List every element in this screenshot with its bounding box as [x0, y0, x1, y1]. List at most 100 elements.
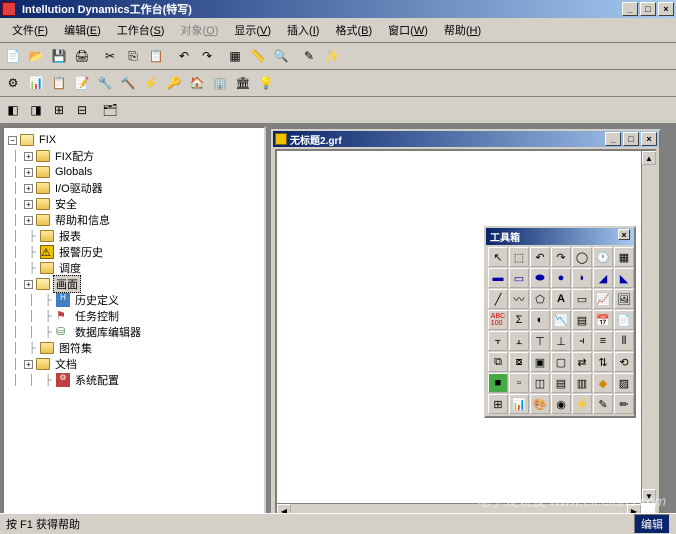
maximize-button[interactable]: □ [640, 2, 656, 16]
toolbox-titlebar[interactable]: 工具箱 × [486, 228, 634, 245]
redo-tool-icon[interactable]: ↷ [551, 247, 571, 267]
text-tool-icon[interactable]: A [551, 289, 571, 309]
toolbox-close-icon[interactable]: × [618, 229, 630, 240]
group2-tool-icon[interactable]: ⧇ [509, 352, 529, 372]
tree-item-历史定义[interactable]: ││├H历史定义 [8, 292, 260, 308]
tree-pane[interactable]: −FIX│+FIX配方│+Globals│+I/O驱动器│+安全│+帮助和信息│… [2, 126, 266, 530]
tree-item-任务控制[interactable]: ││├⚑任务控制 [8, 308, 260, 324]
align1-tool-icon[interactable]: ⫟ [488, 331, 508, 351]
image-tool-icon[interactable]: 🖼 [614, 289, 634, 309]
color2-tool-icon[interactable]: ▫ [509, 373, 529, 393]
copy-icon[interactable]: ⎘ [122, 45, 144, 67]
child-maximize-button[interactable]: □ [623, 132, 639, 146]
chart-tool-icon[interactable]: 📈 [593, 289, 613, 309]
child-close-button[interactable]: × [641, 132, 657, 146]
menu-工作台[interactable]: 工作台(S) [109, 20, 173, 40]
clock-tool-icon[interactable]: 🕐 [593, 247, 613, 267]
misc2-tool-icon[interactable]: 📊 [509, 394, 529, 414]
line-tool-icon[interactable]: ╱ [488, 289, 508, 309]
zoom-icon[interactable]: 🔍 [270, 45, 292, 67]
menu-对象[interactable]: 对象(O) [172, 20, 226, 40]
view3-icon[interactable]: ⊞ [48, 99, 70, 121]
back-tool-icon[interactable]: ▢ [551, 352, 571, 372]
select-tool-icon[interactable]: ⬚ [509, 247, 529, 267]
view4-icon[interactable]: ⊟ [71, 99, 93, 121]
vertical-scrollbar[interactable]: ▲ ▼ [641, 151, 657, 503]
ellipse-tool-icon[interactable]: ⬬ [530, 268, 550, 288]
flip1-tool-icon[interactable]: ⇄ [572, 352, 592, 372]
sigma-tool-icon[interactable]: Σ [509, 310, 529, 330]
misc4-tool-icon[interactable]: ◉ [551, 394, 571, 414]
tree-item-调度[interactable]: │├调度 [8, 260, 260, 276]
table-tool-icon[interactable]: ▤ [572, 310, 592, 330]
view5-icon[interactable]: 🗂 [99, 99, 121, 121]
print-icon[interactable]: 🖨 [71, 45, 93, 67]
wand-icon[interactable]: ✨ [321, 45, 343, 67]
tool-k-icon[interactable]: 🏛 [232, 72, 254, 94]
tree-item-画面[interactable]: │+画面 [8, 276, 260, 292]
align3-tool-icon[interactable]: ⊤ [530, 331, 550, 351]
open-icon[interactable]: 📂 [25, 45, 47, 67]
color6-tool-icon[interactable]: ◆ [593, 373, 613, 393]
gauge-tool-icon[interactable]: ◐ [530, 310, 550, 330]
sheet-tool-icon[interactable]: 📄 [614, 310, 634, 330]
flip2-tool-icon[interactable]: ⇅ [593, 352, 613, 372]
dist3-tool-icon[interactable]: ⦀ [614, 331, 634, 351]
menu-帮助[interactable]: 帮助(H) [436, 20, 489, 40]
tree-item-Globals[interactable]: │+Globals [8, 164, 260, 180]
dist2-tool-icon[interactable]: ≡ [593, 331, 613, 351]
tree-item-文档[interactable]: │+文档 [8, 356, 260, 372]
menu-文件[interactable]: 文件(F) [4, 20, 56, 40]
tool-g-icon[interactable]: ⚡ [140, 72, 162, 94]
save-icon[interactable]: 💾 [48, 45, 70, 67]
child-minimize-button[interactable]: _ [605, 132, 621, 146]
tree-item-I/O驱动器[interactable]: │+I/O驱动器 [8, 180, 260, 196]
color3-tool-icon[interactable]: ◫ [530, 373, 550, 393]
polyline-tool-icon[interactable]: 〰 [509, 289, 529, 309]
view2-icon[interactable]: ◨ [25, 99, 47, 121]
tree-item-图符集[interactable]: │├图符集 [8, 340, 260, 356]
align2-tool-icon[interactable]: ⫠ [509, 331, 529, 351]
tree-item-报表[interactable]: │├报表 [8, 228, 260, 244]
trend-tool-icon[interactable]: 📉 [551, 310, 571, 330]
roundrect-tool-icon[interactable]: ▭ [509, 268, 529, 288]
close-button[interactable]: × [658, 2, 674, 16]
color5-tool-icon[interactable]: ▥ [572, 373, 592, 393]
tool-h-icon[interactable]: 🔑 [163, 72, 185, 94]
view1-icon[interactable]: ◧ [2, 99, 24, 121]
menu-格式[interactable]: 格式(B) [327, 20, 380, 40]
tree-item-FIX配方[interactable]: │+FIX配方 [8, 148, 260, 164]
minimize-button[interactable]: _ [622, 2, 638, 16]
ruler-icon[interactable]: 📏 [247, 45, 269, 67]
align4-tool-icon[interactable]: ⊥ [551, 331, 571, 351]
tool-e-icon[interactable]: 🔧 [94, 72, 116, 94]
grid-tool-icon[interactable]: ▦ [614, 247, 634, 267]
tool-c-icon[interactable]: 📋 [48, 72, 70, 94]
tree-root[interactable]: −FIX [8, 132, 260, 148]
arc-tool-icon[interactable]: ◗ [572, 268, 592, 288]
pencil-icon[interactable]: ✎ [298, 45, 320, 67]
undo-tool-icon[interactable]: ↶ [530, 247, 550, 267]
paste-icon[interactable]: 📋 [145, 45, 167, 67]
tree-item-数据库编辑器[interactable]: ││├⛁数据库编辑器 [8, 324, 260, 340]
redo-icon[interactable]: ↷ [196, 45, 218, 67]
color1-tool-icon[interactable]: ■ [488, 373, 508, 393]
tool-d-icon[interactable]: 📝 [71, 72, 93, 94]
rect-tool-icon[interactable]: ▬ [488, 268, 508, 288]
tool-b-icon[interactable]: 📊 [25, 72, 47, 94]
calendar-tool-icon[interactable]: 📅 [593, 310, 613, 330]
undo-icon[interactable]: ↶ [173, 45, 195, 67]
rotate-tool-icon[interactable]: ⟲ [614, 352, 634, 372]
misc3-tool-icon[interactable]: 🎨 [530, 394, 550, 414]
circle-tool-icon[interactable]: ● [551, 268, 571, 288]
chord-tool-icon[interactable]: ◣ [614, 268, 634, 288]
tree-item-系统配置[interactable]: ││├⚙系统配置 [8, 372, 260, 388]
misc5-tool-icon[interactable]: ⚡ [572, 394, 592, 414]
tree-item-帮助和信息[interactable]: │+帮助和信息 [8, 212, 260, 228]
button-tool-icon[interactable]: ▭ [572, 289, 592, 309]
tool-l-icon[interactable]: 💡 [255, 72, 277, 94]
color7-tool-icon[interactable]: ▨ [614, 373, 634, 393]
misc7-tool-icon[interactable]: ✏ [614, 394, 634, 414]
polygon-tool-icon[interactable]: ⬠ [530, 289, 550, 309]
menu-编辑[interactable]: 编辑(E) [56, 20, 109, 40]
